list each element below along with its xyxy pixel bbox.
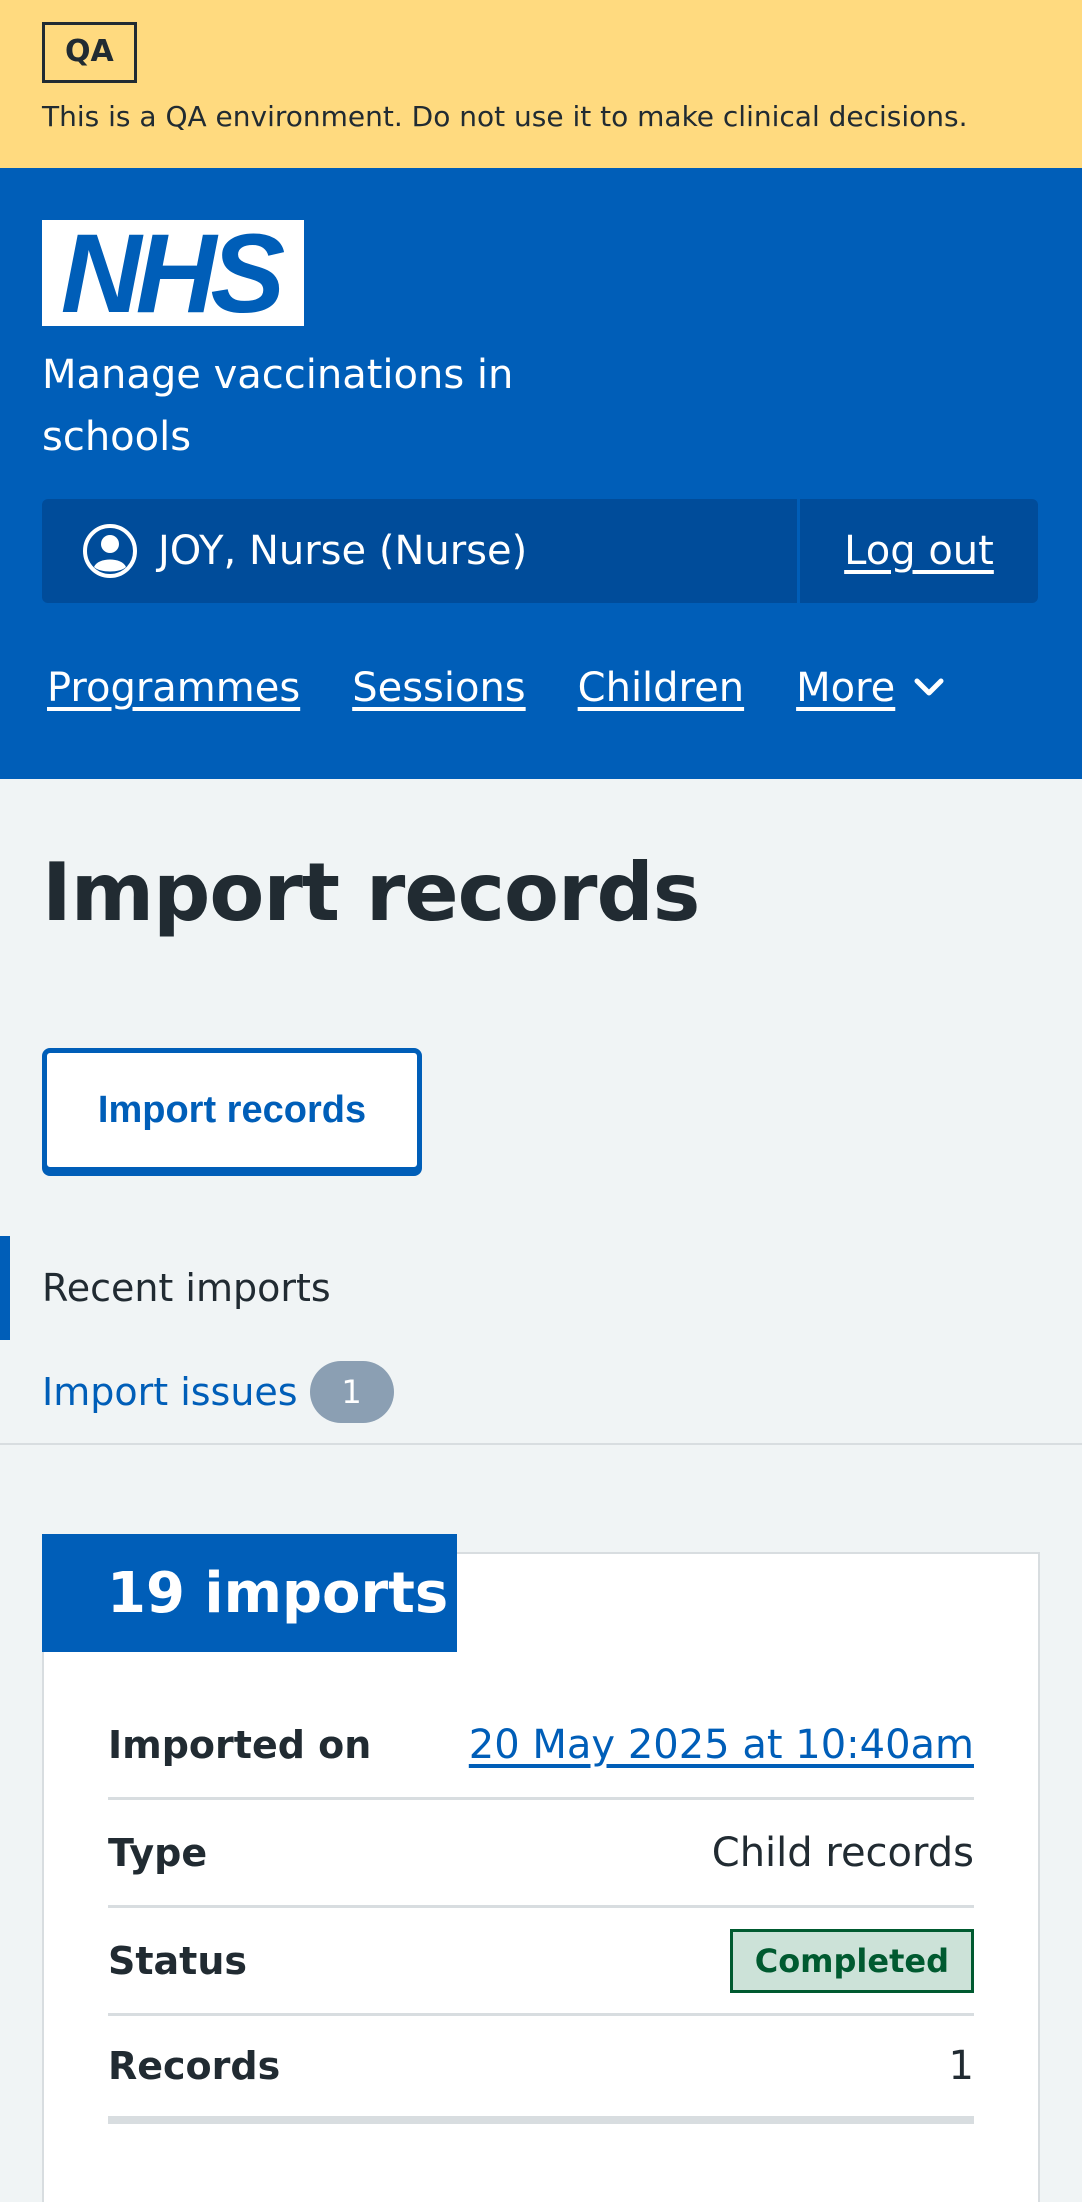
summary-key: Type [108,1830,208,1875]
import-records-button[interactable]: Import records [42,1048,422,1172]
nhs-logo-text: NHS [61,220,285,326]
primary-navigation: Programmes Sessions Children More [47,665,945,711]
nhs-logo-icon: NHS [42,220,304,326]
qa-environment-banner: QA This is a QA environment. Do not use … [0,0,1082,168]
status-badge: Completed [729,1928,974,1993]
issues-count-badge: 1 [309,1361,394,1423]
summary-value: 1 [948,2043,974,2089]
nav-more[interactable]: More [796,665,945,711]
qa-tag: QA [42,22,137,83]
summary-key: Imported on [108,1722,372,1767]
secondary-navigation: Recent imports Import issues 1 [0,1236,1082,1444]
summary-key: Status [108,1938,248,1983]
summary-row-status: Status Completed [108,1908,974,2016]
logout-link[interactable]: Log out [800,499,1038,603]
tab-import-issues[interactable]: Import issues 1 [0,1340,1082,1444]
section-divider [0,1443,1082,1445]
summary-key: Records [108,2044,281,2088]
summary-row-records: Records 1 [108,2016,974,2124]
nav-children[interactable]: Children [578,665,744,711]
imported-on-link[interactable]: 20 May 2025 at 10:40am [469,1722,974,1768]
tab-recent-imports[interactable]: Recent imports [0,1236,1082,1340]
qa-message: This is a QA environment. Do not use it … [42,100,968,133]
account-user-name: JOY, Nurse (Nurse) [158,528,528,574]
import-summary-list: Imported on 20 May 2025 at 10:40am Type … [108,1692,974,2124]
page-title: Import records [42,846,700,939]
imports-card-heading: 19 imports [42,1534,457,1652]
site-header: NHS Manage vaccinations in schools JOY, … [0,168,1082,779]
service-name[interactable]: Manage vaccinations in schools [42,344,562,468]
nhs-logo-link[interactable]: NHS [42,220,304,326]
summary-row-imported-on: Imported on 20 May 2025 at 10:40am [108,1692,974,1800]
nav-more-label: More [796,665,896,711]
summary-value: Child records [711,1829,974,1876]
nav-sessions[interactable]: Sessions [352,665,525,711]
account-bar: JOY, Nurse (Nurse) Log out [42,499,1038,603]
chevron-down-icon [914,678,944,696]
nav-programmes[interactable]: Programmes [47,665,300,711]
summary-row-type: Type Child records [108,1800,974,1908]
user-icon [83,524,137,578]
account-user: JOY, Nurse (Nurse) [42,499,800,603]
tab-import-issues-label: Import issues [42,1370,298,1414]
